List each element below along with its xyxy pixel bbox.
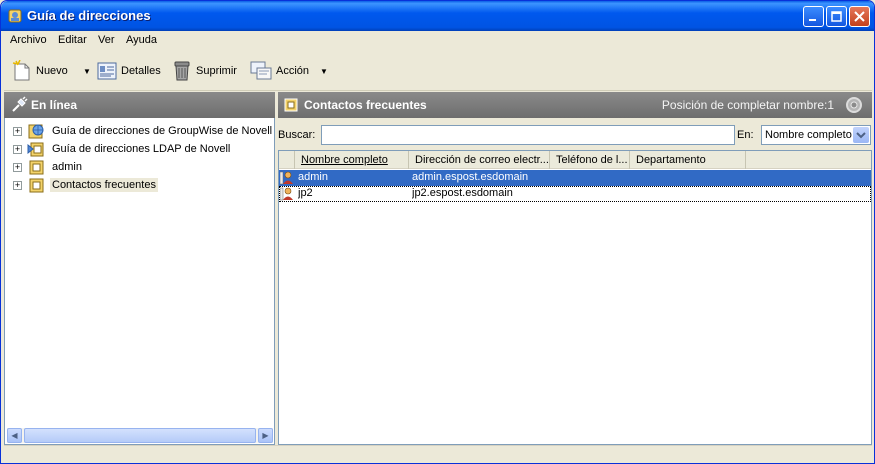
expand-toggle[interactable]: + [13, 180, 22, 190]
window-title: Guía de direcciones [27, 8, 151, 23]
online-pane-header: En línea [4, 92, 275, 118]
menu-ayuda[interactable]: Ayuda [126, 34, 157, 46]
trash-can-icon [174, 61, 190, 81]
tree-item-label: Guía de direcciones LDAP de Novell [52, 143, 231, 155]
tree-item-ldap[interactable]: + Guía de direcciones LDAP de Novell [13, 140, 232, 158]
search-field-select[interactable]: Nombre completo [761, 125, 871, 145]
column-header-department[interactable]: Departamento [630, 151, 746, 169]
tree-item-admin[interactable]: + admin [13, 158, 84, 176]
action-button[interactable]: Acción [250, 59, 309, 83]
address-book-icon [29, 160, 44, 175]
new-label: Nuevo [36, 65, 68, 77]
details-icon [97, 62, 117, 80]
minimize-button[interactable] [803, 6, 824, 27]
menu-bar: Archivo Editar Ver Ayuda [4, 31, 872, 51]
contacts-list: Nombre completo Dirección de correo elec… [278, 150, 872, 445]
column-header-full-name[interactable]: Nombre completo [295, 151, 409, 169]
tree-item-label: admin [52, 161, 82, 173]
column-header-phone[interactable]: Teléfono de l... [550, 151, 630, 169]
address-book-icon [284, 98, 298, 112]
online-plug-icon [12, 96, 28, 112]
contact-name: jp2 [298, 187, 313, 199]
delete-label: Suprimir [196, 65, 237, 77]
action-label: Acción [276, 65, 310, 77]
list-header: Nombre completo Dirección de correo elec… [279, 151, 871, 169]
new-button[interactable]: Nuevo [12, 59, 68, 83]
frequent-contacts-header: Contactos frecuentes Posición de complet… [278, 92, 872, 118]
address-book-window: Guía de direcciones Archivo Editar Ver A… [0, 0, 875, 464]
scroll-right-button[interactable]: ▶ [258, 428, 273, 443]
maximize-button[interactable] [826, 6, 847, 27]
search-row: Buscar: En: Nombre completo [278, 118, 872, 150]
scroll-thumb[interactable] [24, 428, 256, 443]
search-label: Buscar: [278, 129, 316, 141]
menu-archivo[interactable]: Archivo [10, 34, 47, 46]
action-dropdown-arrow[interactable]: ▼ [320, 67, 328, 76]
ldap-book-icon [27, 142, 44, 157]
address-book-tree: + Guía de direcciones de GroupWise de No… [4, 118, 275, 445]
address-book-icon [29, 178, 44, 193]
column-header-email[interactable]: Dirección de correo electr... [409, 151, 550, 169]
title-bar[interactable]: Guía de direcciones [1, 1, 874, 31]
contact-person-icon [280, 171, 293, 185]
tree-item-label: Guía de direcciones de GroupWise de Nove… [52, 125, 273, 137]
new-document-icon [12, 60, 30, 81]
tree-item-label: Contactos frecuentes [50, 178, 158, 192]
expand-toggle[interactable]: + [13, 126, 22, 136]
completion-position-text: Posición de completar nombre:1 [661, 98, 834, 112]
dropdown-button[interactable] [853, 127, 869, 143]
search-input[interactable] [321, 125, 735, 145]
expand-toggle[interactable]: + [13, 144, 22, 154]
toolbar: Nuevo ▼ Detalles Suprimir Acción ▼ [4, 51, 872, 91]
contact-name: admin [298, 171, 328, 183]
address-book-app-icon [8, 9, 22, 23]
close-icon [854, 11, 865, 22]
settings-gear-icon[interactable] [844, 95, 864, 115]
icon-column-header[interactable] [279, 151, 295, 169]
maximize-icon [831, 11, 842, 22]
close-button[interactable] [849, 6, 870, 27]
groupwise-book-icon [28, 124, 44, 139]
delete-button[interactable]: Suprimir [172, 59, 237, 83]
online-pane-title: En línea [31, 98, 78, 112]
table-row[interactable]: jp2 jp2.espost.esdomain [279, 186, 871, 202]
table-row[interactable]: admin admin.espost.esdomain [279, 170, 871, 186]
contact-person-icon [280, 187, 293, 201]
details-button[interactable]: Detalles [97, 59, 161, 83]
tree-horizontal-scrollbar[interactable]: ◀ ▶ [7, 428, 273, 443]
right-pane-title: Contactos frecuentes [304, 98, 427, 112]
contact-email: admin.espost.esdomain [412, 171, 529, 183]
expand-toggle[interactable]: + [13, 162, 22, 172]
details-label: Detalles [121, 65, 161, 77]
menu-ver[interactable]: Ver [98, 34, 115, 46]
search-field-value: Nombre completo [765, 129, 852, 141]
status-bar [4, 445, 872, 463]
chevron-down-icon [856, 132, 866, 139]
tree-item-groupwise[interactable]: + Guía de direcciones de GroupWise de No… [13, 122, 274, 140]
in-label: En: [737, 129, 754, 141]
minimize-icon [809, 19, 816, 21]
contact-email: jp2.espost.esdomain [412, 187, 513, 199]
scroll-left-button[interactable]: ◀ [7, 428, 22, 443]
tree-item-frequent-contacts[interactable]: + Contactos frecuentes [13, 176, 158, 194]
action-icon [250, 61, 272, 80]
menu-editar[interactable]: Editar [58, 34, 87, 46]
new-dropdown-arrow[interactable]: ▼ [83, 67, 91, 76]
